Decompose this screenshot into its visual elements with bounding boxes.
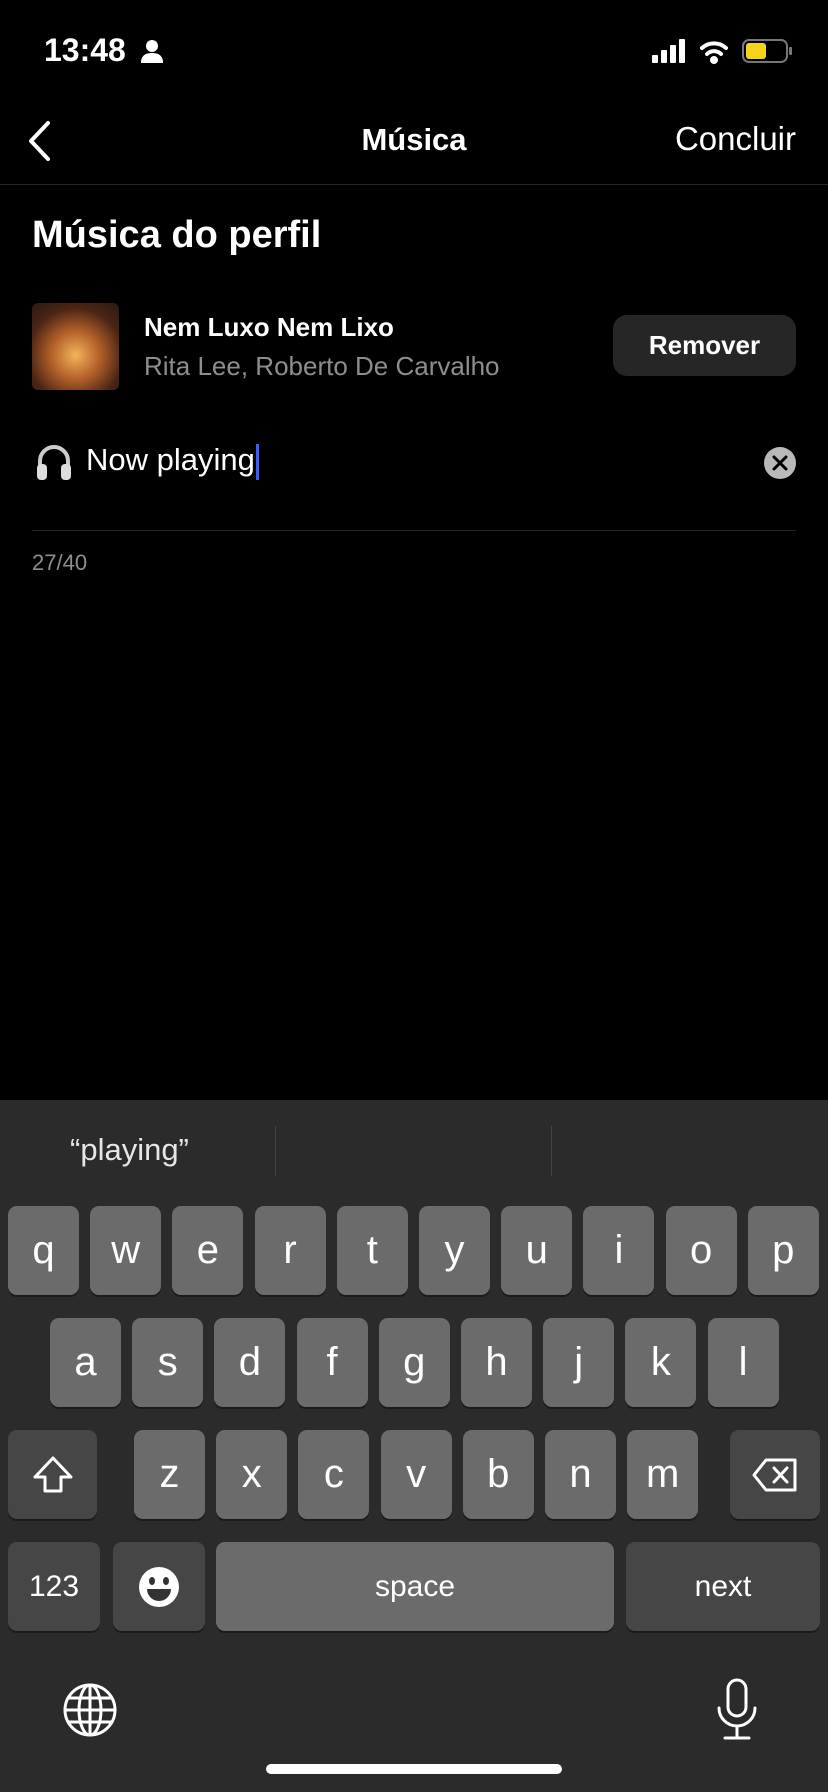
key-d[interactable]: d	[214, 1318, 286, 1407]
suggestion-1[interactable]: “playing”	[70, 1132, 189, 1168]
key-t[interactable]: t	[336, 1206, 408, 1295]
delete-key[interactable]	[730, 1430, 820, 1519]
divider	[0, 184, 828, 185]
key-y[interactable]: y	[419, 1206, 490, 1295]
key-p[interactable]: p	[747, 1206, 819, 1295]
section-heading: Música do perfil	[32, 214, 322, 256]
key-c[interactable]: c	[298, 1430, 370, 1519]
remove-button[interactable]: Remover	[613, 315, 796, 376]
backspace-icon	[752, 1458, 797, 1491]
key-a[interactable]: a	[50, 1318, 121, 1407]
key-x[interactable]: x	[216, 1430, 288, 1519]
key-s[interactable]: s	[132, 1318, 204, 1407]
suggestion-separator	[275, 1126, 276, 1176]
key-w[interactable]: w	[90, 1206, 162, 1295]
status-time: 13:48	[44, 32, 163, 69]
signal-icon	[652, 39, 685, 63]
key-k[interactable]: k	[625, 1318, 697, 1407]
space-key[interactable]: space	[216, 1542, 614, 1631]
character-counter: 27/40	[32, 550, 88, 575]
clear-input-button[interactable]	[764, 447, 796, 479]
key-u[interactable]: u	[501, 1206, 573, 1295]
key-b[interactable]: b	[462, 1430, 534, 1519]
numbers-key[interactable]: 123	[8, 1542, 100, 1631]
key-j[interactable]: j	[543, 1318, 615, 1407]
key-m[interactable]: m	[627, 1430, 699, 1519]
microphone-icon[interactable]	[715, 1678, 759, 1742]
key-h[interactable]: h	[461, 1318, 532, 1407]
key-e[interactable]: e	[172, 1206, 244, 1295]
shift-icon	[33, 1456, 72, 1492]
text-caret	[255, 443, 259, 480]
globe-icon[interactable]	[62, 1682, 118, 1738]
next-key[interactable]: next	[626, 1542, 820, 1631]
key-r[interactable]: r	[254, 1206, 326, 1295]
person-icon	[140, 40, 163, 63]
battery-icon	[742, 39, 792, 63]
emoji-icon	[139, 1566, 179, 1607]
headphones-icon	[37, 445, 71, 480]
done-button[interactable]: Concluir	[675, 120, 796, 158]
key-f[interactable]: f	[296, 1318, 368, 1407]
key-v[interactable]: v	[380, 1430, 452, 1519]
shift-key[interactable]	[8, 1430, 97, 1519]
key-n[interactable]: n	[545, 1430, 616, 1519]
track-artist: Rita Lee, Roberto De Carvalho	[144, 351, 500, 381]
track-title: Nem Luxo Nem Lixo	[144, 312, 394, 342]
emoji-key[interactable]	[113, 1542, 205, 1631]
key-z[interactable]: z	[134, 1430, 205, 1519]
wifi-icon	[700, 41, 728, 64]
input-underline	[32, 530, 796, 531]
key-i[interactable]: i	[583, 1206, 655, 1295]
suggestion-separator	[551, 1126, 552, 1176]
key-o[interactable]: o	[665, 1206, 737, 1295]
key-g[interactable]: g	[378, 1318, 450, 1407]
close-icon	[772, 455, 788, 471]
home-indicator[interactable]	[266, 1764, 562, 1774]
status-icons	[652, 39, 792, 64]
status-text-input[interactable]: Now playing	[86, 442, 259, 480]
key-q[interactable]: q	[8, 1206, 79, 1295]
album-art	[32, 303, 119, 390]
key-l[interactable]: l	[707, 1318, 779, 1407]
